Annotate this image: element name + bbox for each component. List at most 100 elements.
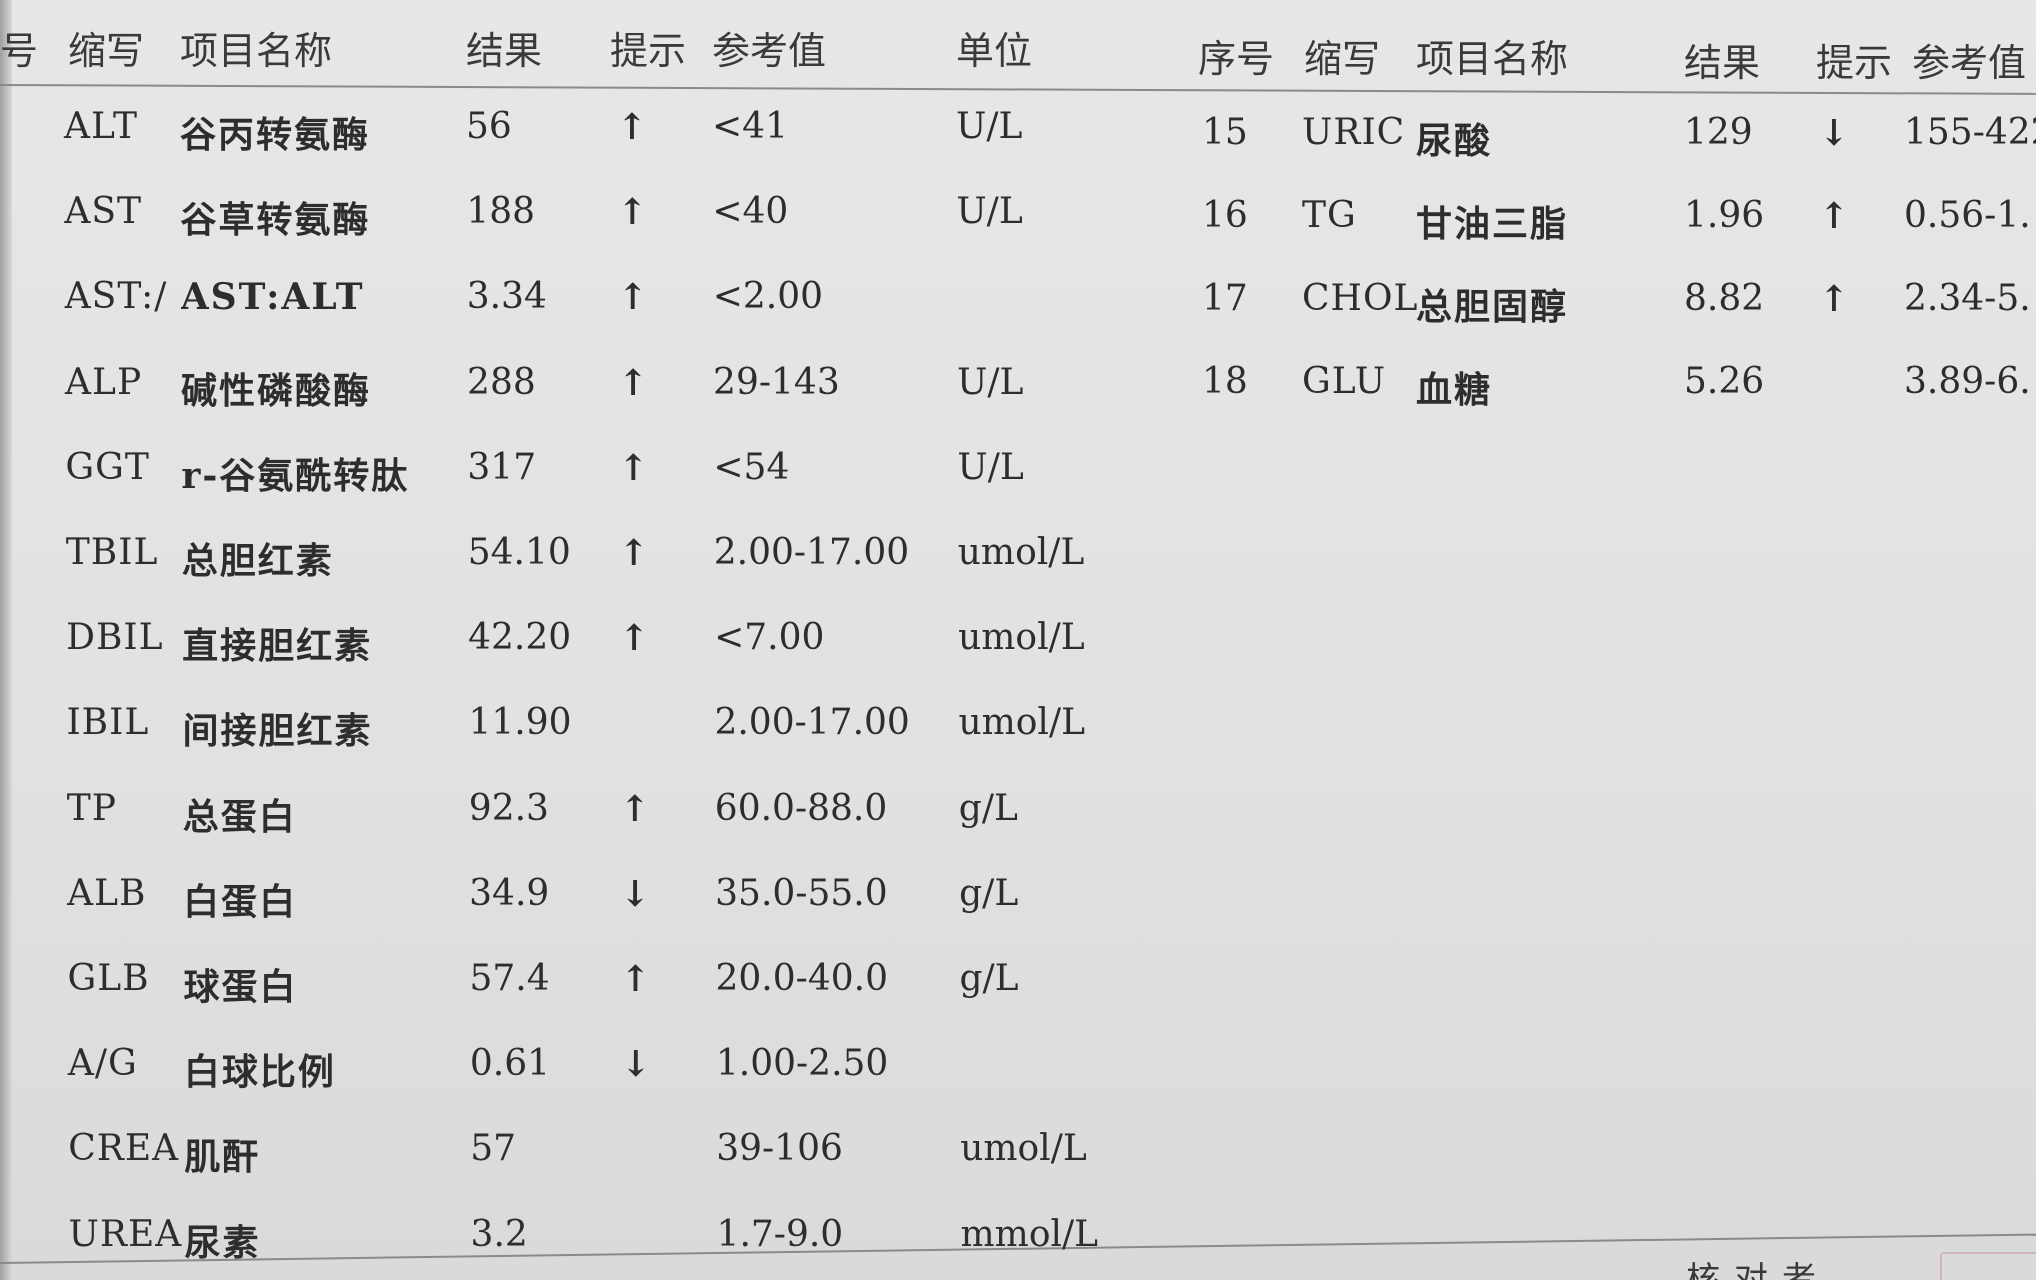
cell-abbr: ALT: [64, 106, 138, 147]
cell-result: 288: [467, 361, 536, 403]
cell-result: 5.26: [1684, 361, 1765, 402]
cell-result: 0.61: [469, 1043, 550, 1085]
cell-flag: ↑: [619, 787, 650, 830]
cell-abbr: TBIL: [65, 532, 159, 573]
cell-flag: ↑: [617, 361, 649, 404]
cell-name: 总胆红素: [181, 540, 334, 582]
lab-report-paper: 号 缩写 项目名称 结果 提示 参考值 单位 ALT 谷丙转氨酶 56 ↑ <41 U/L…: [0, 0, 2036, 1280]
cell-name: 谷草转氨酶: [180, 199, 371, 242]
cell-ref: 60.0-88.0: [714, 787, 888, 829]
cell-abbr: AST: [64, 191, 143, 233]
stamp-mark: [1940, 1252, 2036, 1280]
cell-ref: 2.34-5.: [1904, 278, 2031, 319]
cell-unit: umol/L: [960, 1128, 1087, 1170]
header-ref: 参考值: [1912, 41, 2027, 85]
cell-ref: 35.0-55.0: [715, 872, 888, 914]
cell-name: AST:ALT: [180, 276, 365, 319]
cell-unit: g/L: [958, 787, 1018, 829]
cell-unit: U/L: [956, 191, 1023, 233]
cell-flag: ↑: [616, 106, 648, 148]
cell-flag: ↓: [620, 872, 651, 915]
cell-result: 1.96: [1684, 195, 1765, 236]
cell-result: 57.4: [469, 958, 550, 999]
cell-ref: 1.7-9.0: [716, 1213, 844, 1255]
cell-name: 碱性磷酸酶: [181, 369, 372, 412]
cell-unit: umol/L: [957, 532, 1085, 573]
cell-ref: <7.00: [714, 617, 825, 659]
cell-result: 317: [467, 446, 537, 488]
cell-name: r-谷氨酰转肽: [181, 454, 410, 497]
cell-abbr: UREA: [68, 1213, 183, 1255]
cell-abbr: URIC: [1302, 112, 1406, 153]
cell-result: 8.82: [1684, 278, 1765, 319]
cell-name: 尿素: [184, 1221, 261, 1264]
cell-seq: 17: [1202, 278, 1248, 319]
cell-ref: <41: [712, 106, 788, 147]
cell-result: 34.9: [469, 872, 550, 914]
cell-flag: ↑: [620, 958, 651, 1000]
cell-ref: 2.00-17.00: [714, 702, 910, 744]
cell-abbr: ALP: [65, 361, 143, 403]
cell-name: 白蛋白: [183, 880, 298, 923]
cell-result: 3.34: [466, 276, 547, 318]
cell-result: 54.10: [467, 532, 571, 573]
cell-ref: <54: [713, 446, 790, 488]
cell-abbr: A/G: [67, 1043, 138, 1085]
cell-flag: ↑: [1818, 195, 1850, 237]
cell-unit: U/L: [956, 106, 1023, 147]
cell-unit: mmol/L: [960, 1213, 1099, 1255]
header-result: 结果: [1684, 41, 1761, 85]
cell-result: 3.2: [470, 1213, 528, 1255]
cell-seq: 18: [1202, 361, 1248, 402]
cell-name: 直接胆红素: [182, 625, 373, 668]
cell-unit: umol/L: [958, 702, 1085, 744]
cell-ref: 155-422: [1904, 112, 2036, 153]
header-seq: 序号: [1198, 37, 1275, 81]
cell-name: 总胆固醇: [1416, 286, 1569, 328]
cell-flag: ↑: [619, 617, 650, 660]
cell-result: 129: [1684, 112, 1753, 153]
cell-name: 甘油三脂: [1416, 203, 1569, 245]
cell-result: 42.20: [468, 617, 572, 659]
cell-flag: ↑: [618, 532, 649, 574]
header-seq: 号: [0, 29, 39, 73]
cell-name: 肌酐: [184, 1136, 261, 1179]
cell-ref: 20.0-40.0: [715, 958, 888, 999]
header-name: 项目名称: [1416, 37, 1569, 81]
cell-flag: ↑: [617, 276, 648, 319]
header-unit: 单位: [956, 29, 1033, 73]
cell-unit: g/L: [959, 872, 1019, 914]
cell-name: 白球比例: [183, 1051, 336, 1094]
cell-ref: 3.89-6.: [1904, 361, 2031, 402]
cell-result: 56: [466, 106, 512, 147]
checker-label: 核对者: [1686, 1260, 1830, 1280]
cell-result: 11.90: [468, 702, 572, 744]
cell-name: 球蛋白: [183, 966, 298, 1008]
cell-flag: ↓: [1818, 112, 1850, 154]
cell-result: 57: [470, 1128, 516, 1170]
cell-name: 谷丙转氨酶: [180, 114, 371, 156]
cell-unit: umol/L: [958, 617, 1085, 659]
header-abbr: 缩写: [1304, 37, 1381, 81]
cell-ref: 0.56-1.: [1904, 195, 2031, 236]
cell-flag: ↑: [1818, 278, 1850, 320]
cell-ref: 1.00-2.50: [715, 1043, 889, 1085]
cell-name: 血糖: [1416, 369, 1493, 411]
header-name: 项目名称: [180, 29, 333, 73]
cell-seq: 16: [1202, 195, 1248, 236]
cell-ref: <2.00: [712, 276, 824, 318]
cell-result: 92.3: [468, 787, 549, 829]
header-flag: 提示: [1816, 41, 1893, 85]
header-flag: 提示: [610, 29, 687, 73]
cell-abbr: AST:/: [64, 276, 168, 318]
cell-abbr: GLB: [67, 958, 150, 999]
cell-abbr: GLU: [1302, 361, 1387, 402]
cell-ref: 2.00-17.00: [713, 532, 910, 573]
cell-abbr: DBIL: [66, 617, 164, 659]
cell-abbr: GGT: [65, 446, 150, 488]
cell-unit: U/L: [957, 361, 1024, 403]
cell-flag: ↑: [618, 446, 649, 489]
cell-ref: 29-143: [713, 361, 840, 403]
cell-flag: ↓: [620, 1043, 651, 1086]
cell-name: 总蛋白: [182, 795, 297, 838]
